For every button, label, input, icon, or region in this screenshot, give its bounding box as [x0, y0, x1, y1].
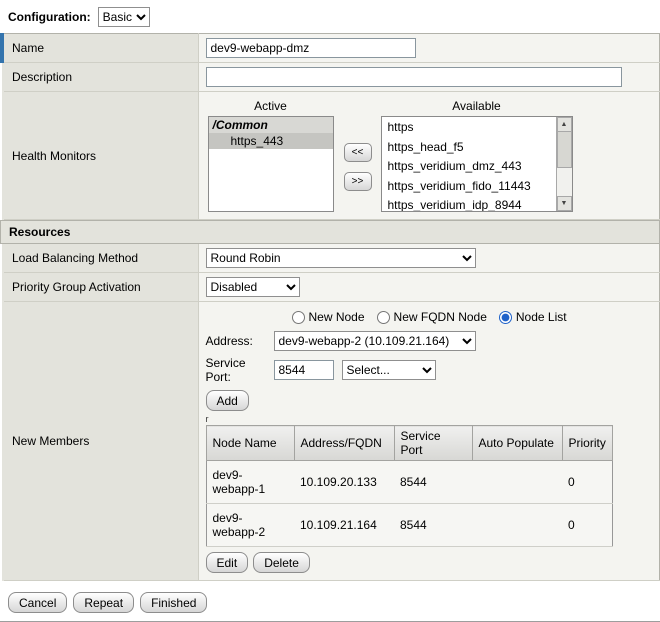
load-balancing-row: Load Balancing Method Round Robin — [2, 244, 660, 273]
partition-group-label: /Common — [209, 117, 333, 133]
name-label: Name — [2, 34, 198, 63]
resources-section-header: Resources — [0, 220, 660, 244]
available-monitor-item[interactable]: https_veridium_idp_8944 — [382, 196, 556, 212]
address-select[interactable]: dev9-webapp-2 (10.109.21.164) — [274, 331, 476, 351]
load-balancing-label: Load Balancing Method — [2, 244, 198, 273]
node-list-radio-label: Node List — [516, 310, 567, 324]
move-to-active-button[interactable]: << — [344, 143, 372, 162]
finished-button[interactable]: Finished — [140, 592, 207, 613]
active-column: Active /Common https_443 — [208, 99, 334, 212]
radio-new-node[interactable]: New Node — [292, 310, 365, 324]
resources-table: Load Balancing Method Round Robin Priori… — [0, 244, 660, 581]
general-properties-table: Name Description Health Monitors Active … — [0, 33, 660, 220]
name-input[interactable] — [206, 38, 416, 58]
new-node-radio[interactable] — [292, 311, 305, 324]
member-auto-populate — [472, 504, 562, 547]
address-field-line: Address: dev9-webapp-2 (10.109.21.164) — [206, 331, 653, 351]
radio-new-fqdn-node[interactable]: New FQDN Node — [377, 310, 487, 324]
scroll-thumb[interactable] — [557, 132, 572, 168]
member-address: 10.109.21.164 — [294, 504, 394, 547]
active-monitor-item[interactable]: https_443 — [209, 133, 333, 149]
new-fqdn-node-radio-label: New FQDN Node — [394, 310, 487, 324]
scroll-down-icon[interactable] — [557, 196, 572, 211]
description-row: Description — [2, 63, 660, 92]
member-auto-populate — [472, 461, 562, 504]
member-service-port: 8544 — [394, 504, 472, 547]
priority-group-label: Priority Group Activation — [2, 273, 198, 302]
cancel-button[interactable]: Cancel — [8, 592, 67, 613]
address-label: Address: — [206, 334, 274, 348]
priority-group-select[interactable]: Disabled — [206, 277, 300, 297]
available-header: Available — [381, 99, 573, 116]
service-port-label: Service Port: — [206, 356, 274, 384]
delete-button[interactable]: Delete — [253, 552, 310, 573]
member-address: 10.109.20.133 — [294, 461, 394, 504]
available-monitors-list[interactable]: https https_head_f5 https_veridium_dmz_4… — [382, 117, 556, 211]
footer-actions: Cancel Repeat Finished — [0, 581, 660, 621]
available-monitor-item[interactable]: https_head_f5 — [382, 138, 556, 158]
configuration-bar: Configuration: Basic — [0, 0, 660, 33]
monitor-move-buttons: << >> — [344, 143, 372, 191]
health-monitors-cell: Active /Common https_443 << >> Available… — [198, 92, 660, 220]
header-auto-populate: Auto Populate — [472, 426, 562, 461]
new-node-radio-label: New Node — [309, 310, 365, 324]
active-header: Active — [208, 99, 334, 116]
load-balancing-select[interactable]: Round Robin — [206, 248, 476, 268]
service-port-select[interactable]: Select... — [342, 360, 436, 380]
header-service-port: Service Port — [394, 426, 472, 461]
members-actions: Edit Delete — [206, 552, 653, 573]
move-to-available-button[interactable]: >> — [344, 172, 372, 191]
name-value-cell — [198, 34, 660, 63]
health-monitors-picker: Active /Common https_443 << >> Available… — [206, 96, 653, 215]
description-label: Description — [2, 63, 198, 92]
health-monitors-label: Health Monitors — [2, 92, 198, 220]
add-button[interactable]: Add — [206, 390, 249, 411]
header-priority: Priority — [562, 426, 612, 461]
load-balancing-cell: Round Robin — [198, 244, 660, 273]
member-node-name: dev9-webapp-1 — [206, 461, 294, 504]
member-node-name: dev9-webapp-2 — [206, 504, 294, 547]
scroll-up-icon[interactable] — [557, 117, 572, 132]
new-members-editor: New Node New FQDN Node Node List Address… — [206, 306, 653, 576]
available-monitor-item[interactable]: https_veridium_fido_11443 — [382, 177, 556, 197]
table-row[interactable]: dev9-webapp-1 10.109.20.133 8544 0 — [206, 461, 612, 504]
scrollbar[interactable] — [556, 117, 572, 211]
radio-node-list[interactable]: Node List — [499, 310, 567, 324]
repeat-button[interactable]: Repeat — [73, 592, 134, 613]
priority-group-row: Priority Group Activation Disabled — [2, 273, 660, 302]
stray-text: r — [206, 414, 653, 424]
available-column: Available https https_head_f5 https_veri… — [381, 99, 573, 212]
configuration-label: Configuration: — [8, 10, 91, 24]
header-address-fqdn: Address/FQDN — [294, 426, 394, 461]
configuration-select[interactable]: Basic — [98, 7, 150, 27]
description-input[interactable] — [206, 67, 622, 87]
available-monitors-listbox: https https_head_f5 https_veridium_dmz_4… — [381, 116, 573, 212]
node-list-radio[interactable] — [499, 311, 512, 324]
members-header-row: Node Name Address/FQDN Service Port Auto… — [206, 426, 612, 461]
priority-group-cell: Disabled — [198, 273, 660, 302]
name-row: Name — [2, 34, 660, 63]
members-table: Node Name Address/FQDN Service Port Auto… — [206, 425, 613, 547]
member-priority: 0 — [562, 504, 612, 547]
available-monitor-item[interactable]: https_veridium_dmz_443 — [382, 157, 556, 177]
active-monitors-listbox[interactable]: /Common https_443 — [208, 116, 334, 212]
node-mode-radio-group: New Node New FQDN Node Node List — [292, 310, 653, 324]
service-port-input[interactable] — [274, 360, 334, 380]
health-monitors-row: Health Monitors Active /Common https_443… — [2, 92, 660, 220]
table-row[interactable]: dev9-webapp-2 10.109.21.164 8544 0 — [206, 504, 612, 547]
new-members-cell: New Node New FQDN Node Node List Address… — [198, 302, 660, 581]
new-members-label: New Members — [2, 302, 198, 581]
scroll-track[interactable] — [557, 168, 572, 196]
description-value-cell — [198, 63, 660, 92]
service-port-field-line: Service Port: Select... — [206, 356, 653, 384]
member-priority: 0 — [562, 461, 612, 504]
edit-button[interactable]: Edit — [206, 552, 249, 573]
new-fqdn-node-radio[interactable] — [377, 311, 390, 324]
header-node-name: Node Name — [206, 426, 294, 461]
available-monitor-item[interactable]: https — [382, 118, 556, 138]
member-service-port: 8544 — [394, 461, 472, 504]
new-members-row: New Members New Node New FQDN Node Node … — [2, 302, 660, 581]
